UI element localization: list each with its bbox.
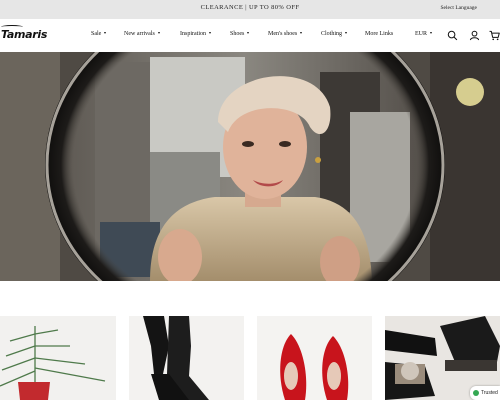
trusted-badge[interactable]: Trusted	[470, 386, 500, 400]
nav-item-sale[interactable]: Sale	[91, 31, 107, 37]
check-icon	[473, 390, 479, 396]
hero-image	[0, 52, 500, 281]
hero-banner[interactable]	[0, 52, 500, 281]
product-image	[0, 316, 116, 400]
cart-icon[interactable]	[489, 30, 500, 41]
nav-item-label: New arrivals	[124, 31, 155, 37]
chevron-down-icon	[430, 32, 432, 34]
product-tile[interactable]	[0, 316, 116, 400]
chevron-down-icon	[104, 32, 107, 34]
language-selector[interactable]: Select Language	[441, 5, 478, 11]
search-icon[interactable]	[447, 30, 458, 41]
nav-item-label: Shoes	[230, 31, 245, 37]
product-tile[interactable]	[129, 316, 244, 400]
product-image	[257, 316, 372, 400]
currency-label: EUR	[415, 31, 427, 37]
chevron-down-icon	[300, 32, 303, 34]
promo-bar: CLEARANCE | UP TO 80% OFF Select Languag…	[0, 0, 500, 19]
product-tile[interactable]	[257, 316, 372, 400]
nav-item-more-links[interactable]: More Links	[365, 31, 393, 37]
account-icon[interactable]	[469, 30, 480, 41]
nav-item-label: Inspiration	[180, 31, 206, 37]
nav-item-label: Clothing	[321, 31, 343, 37]
chevron-down-icon	[345, 32, 348, 34]
promo-text[interactable]: CLEARANCE | UP TO 80% OFF	[0, 4, 500, 11]
main-nav: Sale New arrivals Inspiration Shoes Men'…	[0, 31, 500, 41]
nav-item-mens-shoes[interactable]: Men's shoes	[268, 31, 303, 37]
nav-item-new-arrivals[interactable]: New arrivals	[124, 31, 160, 37]
product-row	[0, 316, 500, 400]
nav-item-label: More Links	[365, 31, 394, 37]
nav-item-label: Sale	[91, 31, 102, 37]
nav-item-clothing[interactable]: Clothing	[321, 31, 348, 37]
chevron-down-icon	[209, 32, 211, 34]
chevron-down-icon	[157, 32, 160, 34]
nav-item-label: Men's shoes	[268, 31, 298, 37]
nav-item-inspiration[interactable]: Inspiration	[180, 31, 211, 37]
site-header: Tamaris Sale New arrivals Inspiration Sh…	[0, 19, 500, 52]
chevron-down-icon	[247, 32, 250, 34]
currency-selector[interactable]: EUR	[415, 31, 432, 37]
nav-item-shoes[interactable]: Shoes	[230, 31, 250, 37]
product-image	[129, 316, 244, 400]
trusted-label: Trusted	[481, 390, 498, 396]
